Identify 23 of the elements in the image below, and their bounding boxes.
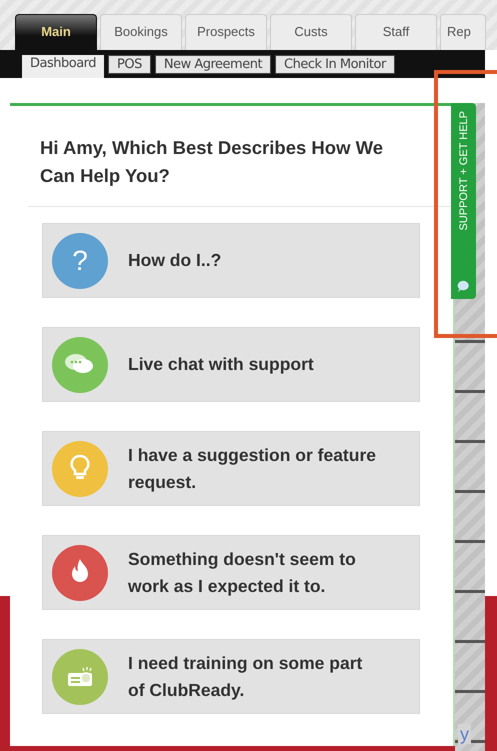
help-option[interactable]: ? How do I..? bbox=[42, 223, 420, 298]
subtab[interactable]: Check In Monitor bbox=[275, 55, 395, 74]
option-label: Live chat with support bbox=[128, 353, 315, 376]
option-label: How do I..? bbox=[128, 249, 222, 272]
tab[interactable]: Bookings bbox=[100, 14, 182, 50]
tab[interactable]: Main bbox=[15, 14, 97, 50]
chat-bubble-icon bbox=[457, 280, 470, 293]
question-icon: ? bbox=[52, 232, 108, 288]
tab[interactable]: Rep bbox=[440, 14, 486, 50]
option-label: Something doesn't seem to work as I expected it to. bbox=[128, 548, 357, 598]
help-option[interactable]: Live chat with support bbox=[42, 327, 420, 402]
subtab[interactable]: Dashboard bbox=[22, 55, 104, 78]
help-option[interactable]: Something doesn't seem to work as I expected it to. bbox=[42, 535, 420, 610]
option-label: I have a suggestion or feature request. bbox=[128, 444, 377, 494]
tab[interactable]: Custs bbox=[270, 14, 352, 50]
option-label: I need training on some part of ClubReady. bbox=[128, 652, 364, 702]
subtab[interactable]: POS bbox=[108, 55, 151, 74]
panel-heading: Hi Amy, Which Best Describes How We Can Help You? bbox=[39, 136, 384, 188]
tab[interactable]: Prospects bbox=[185, 14, 267, 50]
help-option[interactable]: I have a suggestion or feature request. bbox=[42, 431, 420, 506]
subtab[interactable]: New Agreement bbox=[154, 55, 272, 74]
tab[interactable]: Staff bbox=[355, 14, 437, 50]
help-option[interactable]: I need training on some part of ClubReady. bbox=[42, 639, 420, 714]
